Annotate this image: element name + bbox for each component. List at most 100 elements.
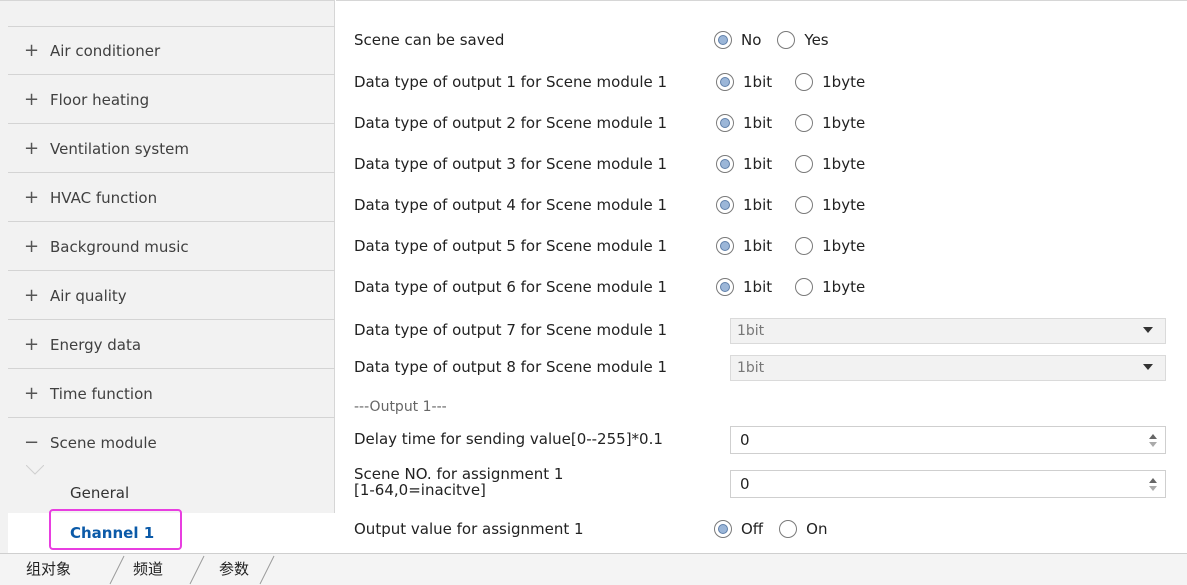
spinner-arrows-icon[interactable] (1148, 475, 1158, 493)
radio-unchecked-icon[interactable] (795, 73, 814, 91)
radio-checked-icon[interactable] (716, 114, 734, 132)
collapse-minus-icon[interactable]: − (24, 434, 50, 452)
tree-item-air-conditioner[interactable]: + Air conditioner (8, 27, 335, 75)
parameter-tree: + Air conditioner + Floor heating + Vent… (0, 0, 335, 553)
tree-item-scene-module[interactable]: − Scene module (8, 419, 335, 467)
param-output-5-type: Data type of output 5 for Scene module 1… (354, 237, 1174, 257)
section-title-output-1: ---Output 1--- (354, 399, 447, 415)
radio-label: 1byte (822, 237, 866, 255)
radio-group: 1bit 1byte (716, 278, 865, 296)
tree-item-label: Energy data (50, 335, 142, 354)
radio-1bit[interactable]: 1bit (716, 196, 772, 214)
radio-checked-icon[interactable] (714, 520, 732, 538)
expand-plus-icon[interactable]: + (24, 188, 50, 207)
radio-checked-icon[interactable] (714, 31, 732, 49)
radio-checked-icon[interactable] (716, 278, 734, 296)
param-label-line: [1-64,0=inacitve] (354, 481, 486, 499)
radio-1byte[interactable]: 1byte (795, 278, 865, 296)
tree-item-air-quality[interactable]: + Air quality (8, 272, 335, 320)
param-output-6-type: Data type of output 6 for Scene module 1… (354, 278, 1174, 298)
spinner-arrows-icon[interactable] (1148, 431, 1158, 449)
param-label: Data type of output 8 for Scene module 1 (354, 358, 668, 376)
radio-label: 1byte (822, 196, 866, 214)
radio-1byte[interactable]: 1byte (795, 73, 865, 91)
radio-unchecked-icon[interactable] (795, 114, 814, 132)
output-7-dropdown[interactable]: 1bit (730, 318, 1166, 344)
radio-1bit[interactable]: 1bit (716, 114, 772, 132)
param-label: Data type of output 7 for Scene module 1 (354, 321, 668, 339)
dropdown-arrow-icon[interactable] (1143, 327, 1153, 333)
radio-1byte[interactable]: 1byte (795, 155, 865, 173)
radio-label: On (806, 520, 828, 538)
radio-1byte[interactable]: 1byte (795, 114, 865, 132)
radio-label: 1byte (822, 278, 866, 296)
radio-label: 1byte (822, 155, 866, 173)
tree-item-label: Background music (50, 237, 189, 256)
tree-item-label: Time function (50, 384, 153, 403)
radio-label: 1bit (743, 196, 773, 214)
radio-group: Off On (714, 520, 827, 538)
tree-item-ventilation-system[interactable]: + Ventilation system (8, 125, 335, 173)
tree-item-background-music[interactable]: + Background music (8, 223, 335, 271)
tree-item-label: Scene module (50, 434, 157, 452)
radio-unchecked-icon[interactable] (777, 31, 796, 49)
tree-top-strip (8, 1, 335, 27)
expand-plus-icon[interactable]: + (24, 286, 50, 305)
radio-1bit[interactable]: 1bit (716, 237, 772, 255)
radio-checked-icon[interactable] (716, 73, 734, 91)
expand-plus-icon[interactable]: + (24, 139, 50, 158)
parameter-panel: Scene can be saved No Yes Data type of o… (336, 0, 1187, 553)
param-label: Scene can be saved (354, 31, 505, 49)
radio-group: 1bit 1byte (716, 114, 865, 132)
radio-off[interactable]: Off (714, 520, 763, 538)
radio-1bit[interactable]: 1bit (716, 278, 772, 296)
tab-group-objects[interactable]: 组对象 (26, 558, 71, 579)
radio-yes[interactable]: Yes (777, 31, 829, 49)
param-label-line: Scene NO. for assignment 1 (354, 465, 564, 483)
param-delay-time: Delay time for sending value[0--255]*0.1… (354, 426, 1174, 454)
radio-group: 1bit 1byte (716, 73, 865, 91)
radio-label: 1bit (743, 114, 773, 132)
tree-item-label: Ventilation system (50, 139, 189, 158)
param-scene-can-be-saved: Scene can be saved No Yes (354, 31, 1174, 51)
tree-item-floor-heating[interactable]: + Floor heating (8, 76, 335, 124)
expand-plus-icon[interactable]: + (24, 41, 50, 60)
delay-time-spinbox[interactable]: 0 (730, 426, 1166, 454)
output-8-dropdown[interactable]: 1bit (730, 355, 1166, 381)
radio-unchecked-icon[interactable] (795, 278, 814, 296)
param-label: Data type of output 5 for Scene module 1 (354, 237, 668, 255)
radio-group: 1bit 1byte (716, 196, 865, 214)
tab-parameters[interactable]: 参数 (219, 558, 249, 579)
radio-on[interactable]: On (779, 520, 827, 538)
radio-1bit[interactable]: 1bit (716, 155, 772, 173)
dropdown-arrow-icon[interactable] (1143, 364, 1153, 370)
tree-item-energy-data[interactable]: + Energy data (8, 321, 335, 369)
scene-number-spinbox[interactable]: 0 (730, 470, 1166, 498)
radio-unchecked-icon[interactable] (795, 196, 814, 214)
param-label: Data type of output 2 for Scene module 1 (354, 114, 668, 132)
radio-no[interactable]: No (714, 31, 761, 49)
param-output-1-type: Data type of output 1 for Scene module 1… (354, 73, 1174, 93)
radio-checked-icon[interactable] (716, 237, 734, 255)
expand-plus-icon[interactable]: + (24, 384, 50, 403)
tree-item-time-function[interactable]: + Time function (8, 370, 335, 418)
radio-1byte[interactable]: 1byte (795, 237, 865, 255)
radio-unchecked-icon[interactable] (779, 520, 798, 538)
expand-plus-icon[interactable]: + (24, 237, 50, 256)
radio-1byte[interactable]: 1byte (795, 196, 865, 214)
radio-unchecked-icon[interactable] (795, 155, 814, 173)
tree-subitem-general[interactable]: General (8, 473, 335, 513)
radio-1bit[interactable]: 1bit (716, 73, 772, 91)
tree-item-hvac-function[interactable]: + HVAC function (8, 174, 335, 222)
param-label: Output value for assignment 1 (354, 520, 584, 538)
radio-checked-icon[interactable] (716, 155, 734, 173)
tree-item-label: Air quality (50, 286, 127, 305)
tab-channels[interactable]: 频道 (133, 558, 163, 579)
selection-highlight-box (49, 509, 182, 550)
radio-checked-icon[interactable] (716, 196, 734, 214)
radio-unchecked-icon[interactable] (795, 237, 814, 255)
param-label: Scene NO. for assignment 1 [1-64,0=inaci… (354, 466, 563, 498)
expand-plus-icon[interactable]: + (24, 335, 50, 354)
expand-plus-icon[interactable]: + (24, 90, 50, 109)
param-label: Delay time for sending value[0--255]*0.1 (354, 430, 663, 448)
